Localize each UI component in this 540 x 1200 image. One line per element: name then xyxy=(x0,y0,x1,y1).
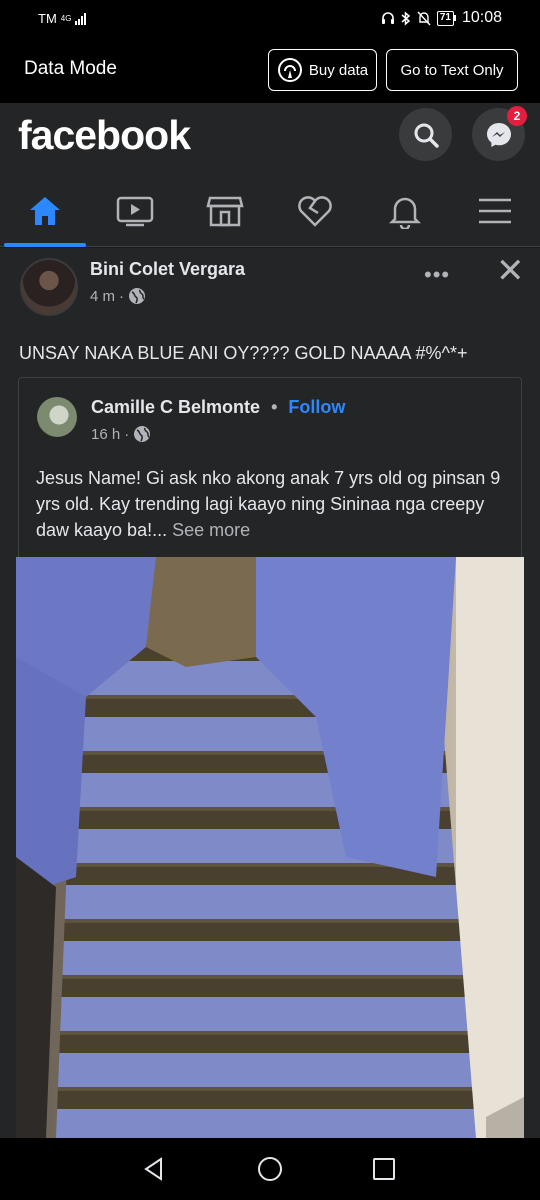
data-mode-title: Data Mode xyxy=(24,58,117,79)
muted-bell-icon xyxy=(417,11,431,25)
shared-time[interactable]: 16 h xyxy=(91,426,120,443)
shared-meta: 16 h · xyxy=(91,425,151,443)
battery-level: 71 xyxy=(436,10,454,26)
tab-menu[interactable] xyxy=(450,175,540,247)
home-icon xyxy=(30,197,60,225)
dress-photo[interactable] xyxy=(16,557,524,1138)
close-icon[interactable]: ✕ xyxy=(496,254,525,288)
more-options-icon[interactable]: ••• xyxy=(424,262,450,288)
shared-text-body: Jesus Name! Gi ask nko akong anak 7 yrs … xyxy=(36,468,501,540)
globe-icon xyxy=(129,288,146,304)
messenger-button[interactable]: 2 xyxy=(472,106,527,161)
feed-post: Bini Colet Vergara 4 m · ••• ✕ UNSAY NAK… xyxy=(0,248,540,1138)
signal-icon xyxy=(75,12,87,25)
bluetooth-icon xyxy=(401,10,410,26)
shared-author-avatar[interactable] xyxy=(37,397,77,437)
home-circle-icon xyxy=(258,1157,282,1181)
app-header: facebook 2 xyxy=(0,103,540,175)
facebook-logo[interactable]: facebook xyxy=(18,112,191,159)
follow-button[interactable]: Follow xyxy=(288,397,345,417)
shared-author[interactable]: Camille C Belmonte xyxy=(91,397,260,417)
buy-data-label: Buy data xyxy=(308,61,369,79)
system-navigation-bar xyxy=(0,1138,540,1200)
shared-post[interactable]: Camille C Belmonte • Follow 16 h · Jesus… xyxy=(18,377,522,557)
back-button[interactable] xyxy=(137,1152,171,1186)
separator-dot: • xyxy=(271,397,278,417)
search-icon xyxy=(414,123,439,148)
text-only-button[interactable]: Go to Text Only xyxy=(386,49,518,91)
dating-icon xyxy=(298,196,332,227)
carrier-label: TM xyxy=(38,11,57,26)
network-label: 4G xyxy=(60,13,72,23)
home-button[interactable] xyxy=(253,1152,287,1186)
menu-icon xyxy=(479,198,511,224)
broadcast-icon xyxy=(277,58,302,82)
notifications-icon xyxy=(388,197,422,229)
status-left: TM 4G xyxy=(38,11,87,26)
messenger-badge: 2 xyxy=(507,106,527,126)
post-text: UNSAY NAKA BLUE ANI OY???? GOLD NAAAA #%… xyxy=(19,343,468,363)
tab-marketplace[interactable] xyxy=(180,175,270,247)
clock: 10:08 xyxy=(461,9,502,26)
dress-image xyxy=(16,557,524,1138)
author-avatar[interactable] xyxy=(20,258,78,316)
tab-home[interactable] xyxy=(0,175,90,247)
tab-dating[interactable] xyxy=(270,175,360,247)
back-icon xyxy=(144,1157,162,1181)
status-bar: TM 4G 71 10:08 xyxy=(0,0,540,38)
recents-button[interactable] xyxy=(367,1152,401,1186)
video-icon xyxy=(116,196,154,227)
post-time[interactable]: 4 m xyxy=(90,288,115,305)
active-tab-indicator xyxy=(4,243,86,247)
see-more-link[interactable]: See more xyxy=(172,520,250,540)
globe-icon xyxy=(134,426,151,442)
shared-author-line: Camille C Belmonte • Follow xyxy=(91,397,345,418)
headset-icon xyxy=(381,12,394,24)
tab-notifications[interactable] xyxy=(360,175,450,247)
status-right: 71 10:08 xyxy=(381,9,502,27)
shared-text: Jesus Name! Gi ask nko akong anak 7 yrs … xyxy=(36,465,516,543)
post-author[interactable]: Bini Colet Vergara xyxy=(90,259,245,280)
marketplace-icon xyxy=(206,196,244,227)
post-meta: 4 m · xyxy=(90,287,146,305)
tab-watch[interactable] xyxy=(90,175,180,247)
buy-data-button[interactable]: Buy data xyxy=(268,49,377,91)
tab-bar xyxy=(0,175,540,247)
search-button[interactable] xyxy=(399,108,452,161)
messenger-icon xyxy=(486,122,511,147)
text-only-label: Go to Text Only xyxy=(400,61,504,79)
recents-icon xyxy=(373,1158,395,1180)
battery-icon: 71 xyxy=(436,10,456,26)
data-mode-bar: Data Mode Buy data Go to Text Only xyxy=(0,38,540,103)
